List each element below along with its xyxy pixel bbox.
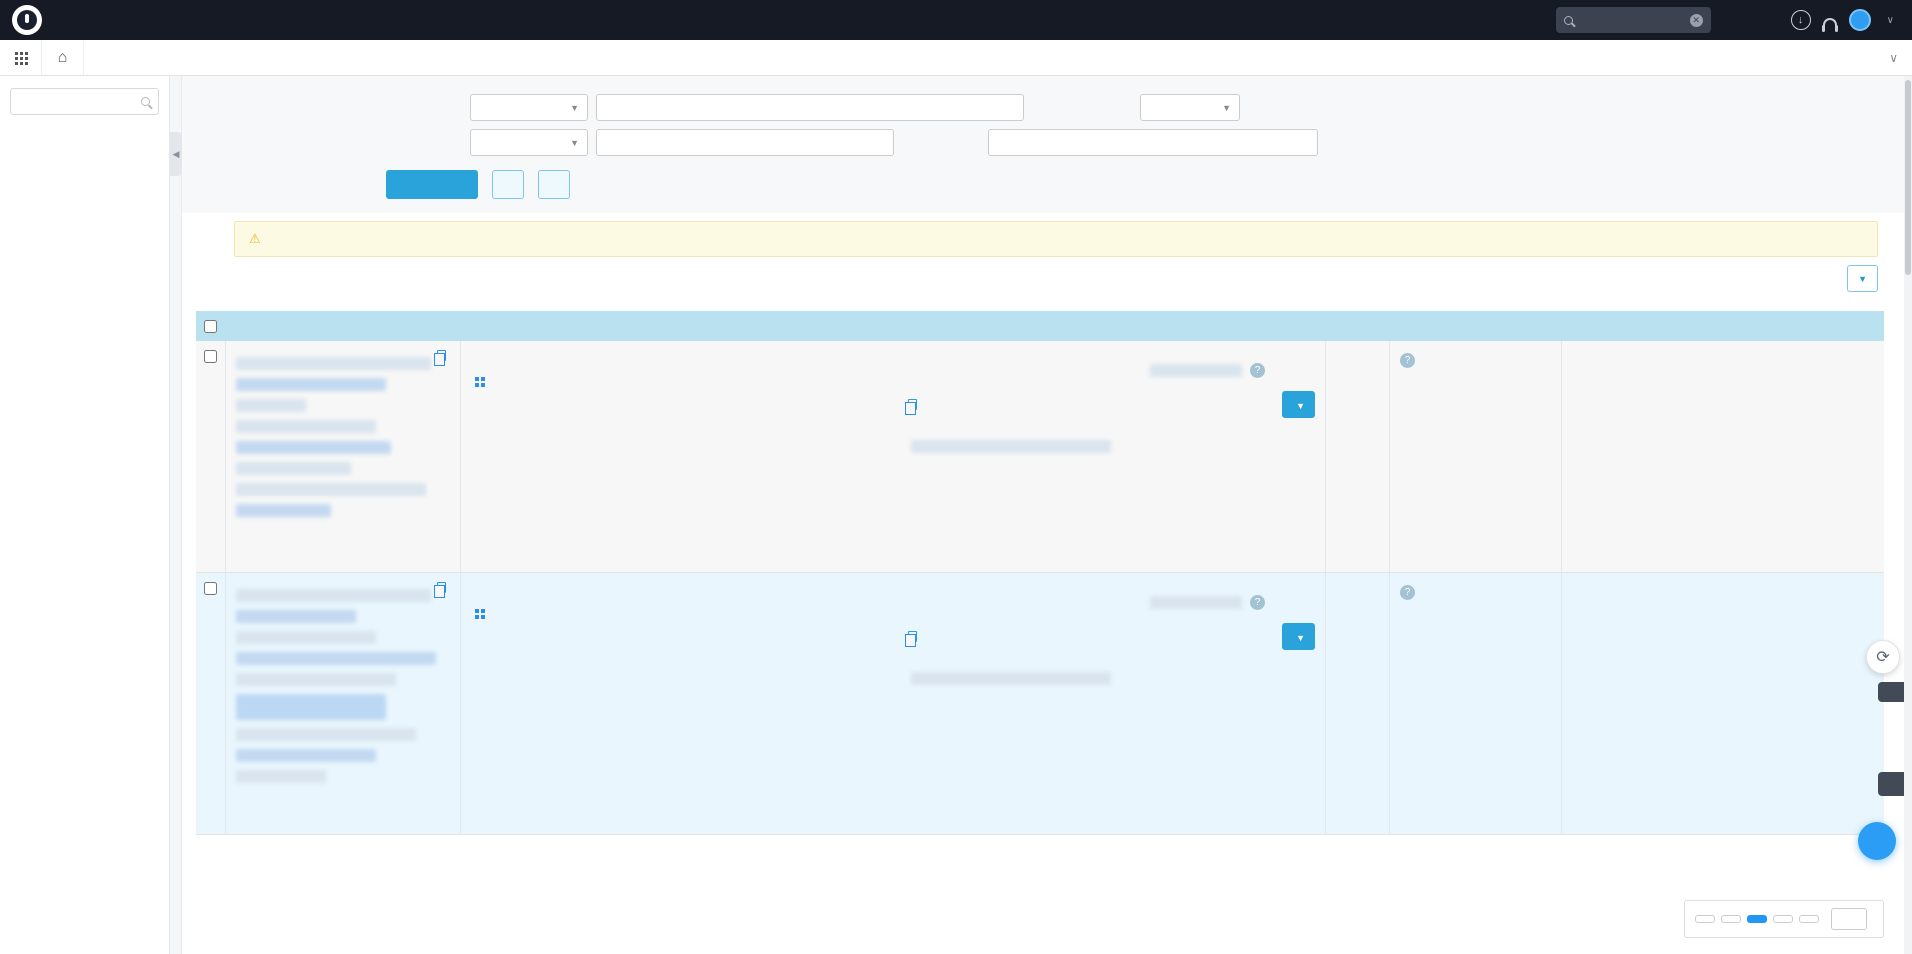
global-search[interactable]: ✕ [1556, 7, 1711, 33]
redacted-product-name [911, 672, 1111, 685]
help-icon[interactable]: ? [1250, 363, 1265, 378]
search-icon [1564, 16, 1573, 25]
order-amount-cell [1326, 341, 1390, 572]
help-icon[interactable]: ? [1400, 353, 1415, 368]
per-page-input[interactable] [1831, 908, 1867, 930]
warehouse-sku [905, 394, 917, 417]
row-checkbox[interactable] [204, 350, 217, 363]
copy-icon[interactable] [437, 582, 446, 593]
redacted-info [1150, 596, 1242, 609]
expand-float-button[interactable] [1878, 772, 1904, 796]
table-row[interactable]: ? ▼ ? [196, 573, 1884, 835]
platform-sidebar [0, 76, 170, 954]
dates-cell [1562, 341, 1884, 572]
version-menu[interactable]: ∨ [1883, 15, 1894, 26]
home-icon[interactable]: ⌂ [42, 40, 84, 75]
refresh-float-button[interactable]: ⟳ [1866, 640, 1900, 674]
warehouse-sku [905, 626, 917, 649]
filter-buttons [386, 170, 1912, 199]
orders-table: ? ▼ ? [196, 311, 1884, 835]
product-name-line [905, 440, 1111, 453]
row-checkbox[interactable] [204, 582, 217, 595]
save-search-button[interactable] [492, 170, 524, 199]
buyer-id-input[interactable] [596, 129, 894, 156]
help-icon[interactable]: ? [1400, 585, 1415, 600]
platform-notice: ⚠ [234, 221, 1878, 257]
order-number-input[interactable] [596, 94, 1024, 121]
app-logo-icon[interactable] [12, 5, 42, 35]
redacted-product-name [911, 440, 1111, 453]
sku-grid-icon[interactable] [475, 377, 479, 381]
ai-float-button[interactable] [1858, 822, 1896, 860]
order-items-cell: ? ▼ [461, 573, 1326, 834]
collapse-tabs-icon[interactable]: ∨ [1875, 51, 1912, 65]
human-service-tab[interactable] [1878, 682, 1904, 702]
platform-search[interactable] [10, 88, 159, 115]
buyer-filter-row: ▼ [196, 129, 1912, 156]
help-icon[interactable]: ? [1250, 595, 1265, 610]
next-page-button[interactable] [1773, 915, 1793, 923]
current-page-button[interactable] [1747, 915, 1767, 923]
apps-grid-icon[interactable] [0, 40, 42, 75]
rma-manage-button[interactable]: ▼ [1282, 623, 1315, 650]
order-status-tabs: ▼ [182, 261, 1912, 295]
sidebar-collapse-strip: ◀ [170, 76, 182, 954]
global-search-input[interactable] [1579, 13, 1684, 27]
pagination [1684, 900, 1884, 938]
workspace-tab-bar: ⌂ ∨ [0, 40, 1912, 76]
import-export-button[interactable]: ▼ [1847, 265, 1878, 292]
sku-grid-icon[interactable] [475, 609, 479, 613]
search-icon [141, 97, 150, 106]
ai-assistant-button[interactable] [1723, 8, 1745, 32]
order-count-summary [1823, 271, 1835, 285]
first-page-button[interactable] [1695, 915, 1715, 923]
search-button[interactable] [386, 170, 478, 199]
batch-actions-bar [182, 295, 1912, 311]
selected-orders-count [1829, 271, 1835, 285]
workspace-tab-bar-right: ∨ [1875, 40, 1912, 75]
clear-search-icon[interactable]: ✕ [1690, 14, 1703, 27]
orders-table-header [196, 311, 1884, 341]
shop-account-input[interactable] [988, 129, 1318, 156]
order-amount-cell [1326, 573, 1390, 834]
copy-icon[interactable] [437, 350, 446, 361]
headset-icon[interactable] [1823, 18, 1837, 27]
download-icon[interactable]: ↓ [1791, 10, 1811, 30]
notice-line-1: ⚠ [249, 228, 1863, 250]
select-all-checkbox[interactable] [204, 320, 217, 333]
order-number-filter-row: ▼ ▼ [196, 94, 1912, 121]
order-detail-cell [226, 341, 461, 572]
previous-page-button[interactable] [1721, 915, 1741, 923]
chevron-down-icon: ∨ [1887, 15, 1894, 26]
shipping-info-cell: ? [1390, 341, 1562, 572]
clear-conditions-button[interactable] [538, 170, 570, 199]
last-page-button[interactable] [1799, 915, 1819, 923]
buyer-type-select[interactable]: ▼ [470, 129, 588, 156]
platform-search-input[interactable] [19, 94, 135, 109]
copy-icon[interactable] [908, 631, 917, 642]
avatar[interactable] [1849, 9, 1871, 31]
table-row[interactable]: ? ▼ ? [196, 341, 1884, 573]
scrollbar-thumb[interactable] [1905, 80, 1911, 275]
vertical-scrollbar[interactable] [1904, 76, 1912, 954]
rma-manage-button[interactable]: ▼ [1282, 391, 1315, 418]
copy-icon[interactable] [908, 399, 917, 410]
main-content: ▼ ▼ ▼ ⚠ [182, 76, 1912, 954]
order-items-cell: ? ▼ [461, 341, 1326, 572]
top-nav: ✕ ↓ ∨ [0, 0, 1912, 40]
order-detail-cell [226, 573, 461, 834]
product-name-line [905, 672, 1111, 685]
common-search-select[interactable]: ▼ [1140, 94, 1240, 121]
warning-icon: ⚠ [249, 231, 261, 246]
order-number-type-select[interactable]: ▼ [470, 94, 588, 121]
dates-cell [1562, 573, 1884, 834]
collapse-sidebar-handle[interactable]: ◀ [170, 132, 182, 176]
filter-panel: ▼ ▼ ▼ [182, 76, 1912, 213]
shipping-info-cell: ? [1390, 573, 1562, 834]
top-nav-right: ✕ ↓ ∨ [1556, 7, 1912, 33]
new-features-button[interactable] [1757, 8, 1779, 32]
redacted-info [1150, 364, 1242, 377]
